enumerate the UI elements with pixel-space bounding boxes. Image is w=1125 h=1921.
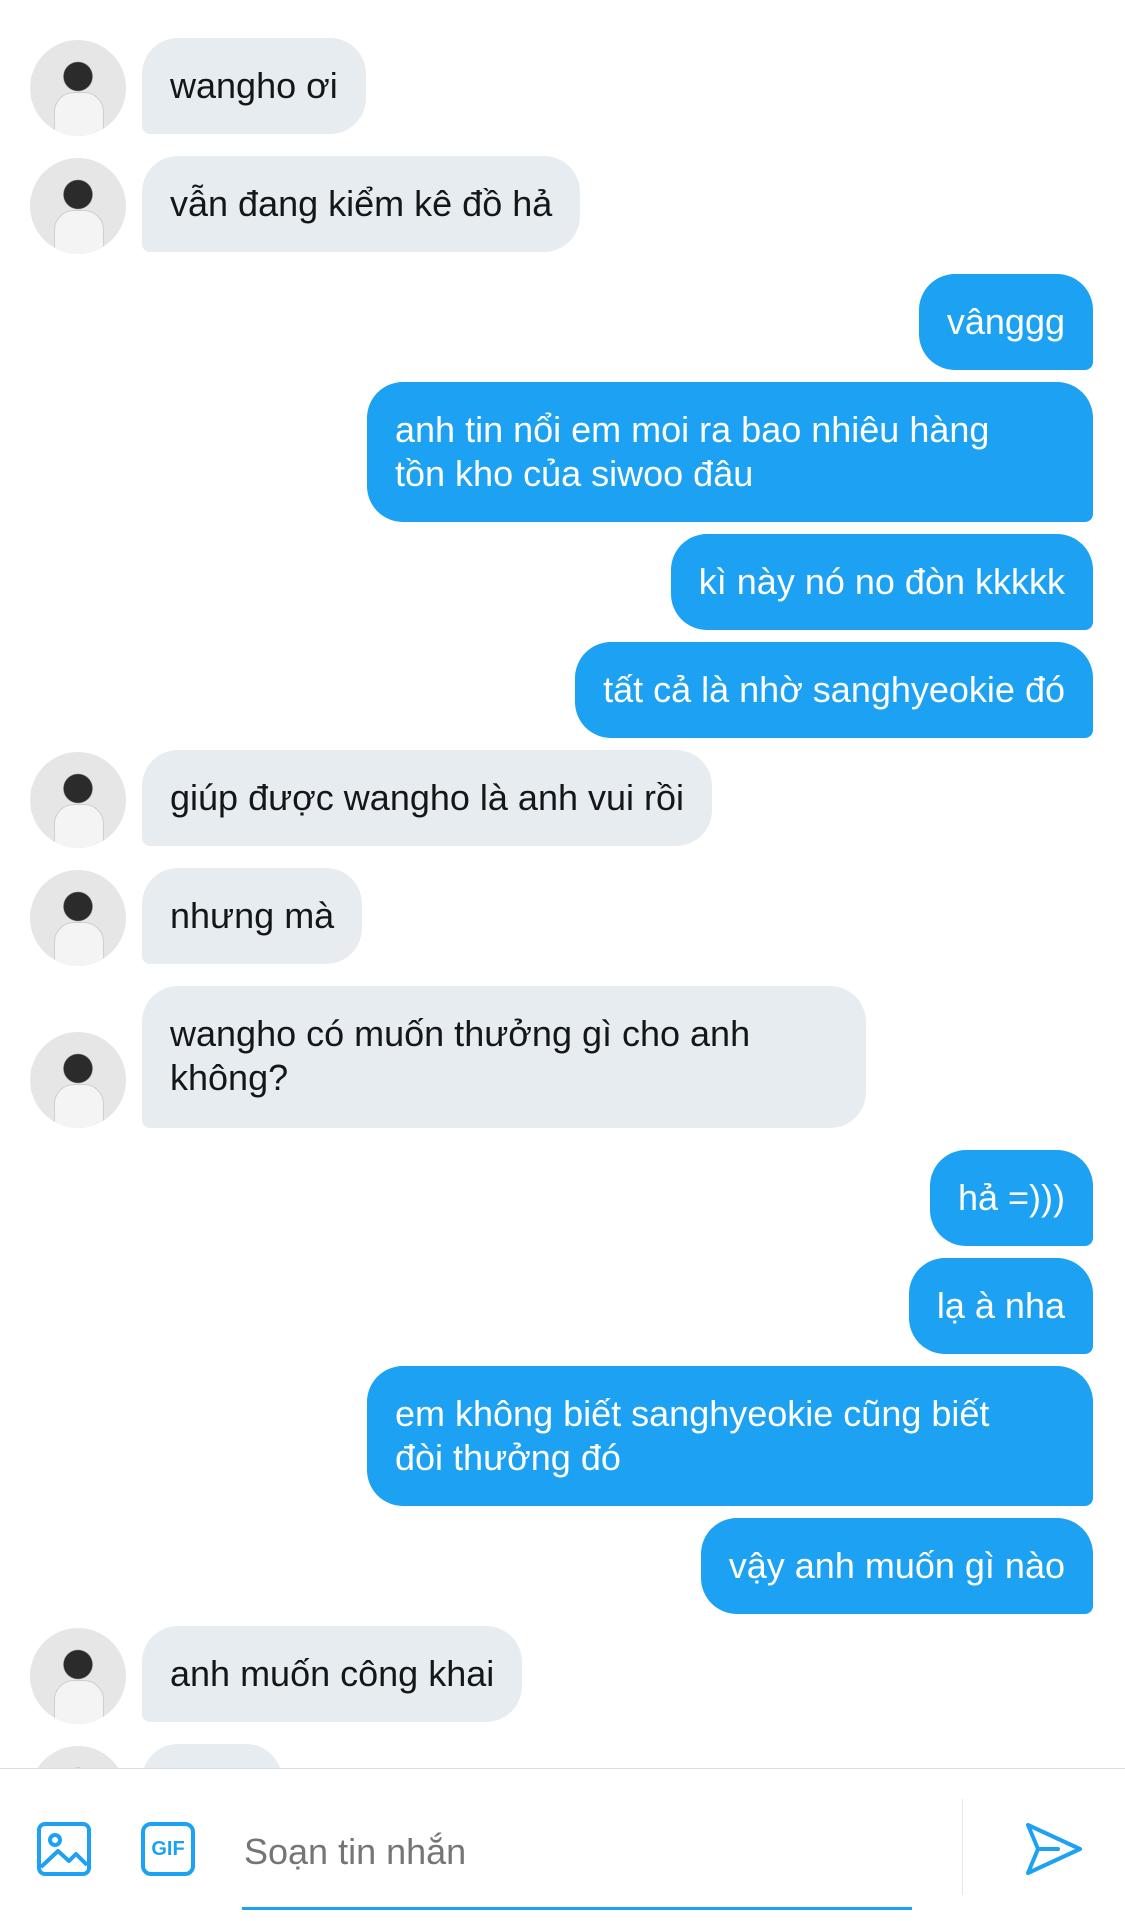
avatar[interactable] [30, 1628, 126, 1724]
avatar[interactable] [30, 158, 126, 254]
message-bubble-outgoing: anh tin nổi em moi ra bao nhiêu hàng tồn… [367, 382, 1093, 522]
message-bubble-incoming: nhưng mà [142, 868, 363, 964]
message-bubble-outgoing: vânggg [918, 274, 1093, 370]
avatar[interactable] [30, 752, 126, 848]
message-input[interactable] [242, 1795, 916, 1909]
avatar[interactable] [30, 870, 126, 966]
message-bubble-outgoing: lạ à nha [908, 1258, 1093, 1354]
message-bubble-incoming: vẫn đang kiểm kê đồ hả [142, 156, 581, 252]
composer-divider [962, 1799, 963, 1895]
message-bubble-outgoing: vậy anh muốn gì nào [700, 1518, 1093, 1614]
message-bubble-outgoing: em không biết sanghyeokie cũng biết đòi … [367, 1366, 1093, 1506]
gif-label: GIF [151, 1838, 185, 1860]
send-button[interactable] [1022, 1817, 1086, 1881]
message-bubble-incoming: anh muốn công khai [142, 1626, 523, 1722]
avatar[interactable] [30, 1032, 126, 1128]
image-icon [37, 1822, 91, 1876]
image-button[interactable] [36, 1821, 92, 1877]
send-icon [1026, 1823, 1082, 1875]
message-bubble-incoming: wangho có muốn thưởng gì cho anh không? [142, 986, 866, 1128]
message-input-wrapper [242, 1795, 916, 1910]
avatar[interactable] [30, 40, 126, 136]
gif-button[interactable]: GIF [140, 1821, 196, 1877]
message-bubble-incoming: wangho ơi [142, 38, 366, 134]
message-bubble-outgoing: tất cả là nhờ sanghyeokie đó [575, 642, 1093, 738]
message-bubble-incoming: giúp được wangho là anh vui rồi [142, 750, 713, 846]
message-composer: GIF [0, 1768, 1125, 1921]
message-bubble-outgoing: kì này nó no đòn kkkkk [670, 534, 1093, 630]
message-bubble-outgoing: hả =))) [929, 1150, 1093, 1246]
